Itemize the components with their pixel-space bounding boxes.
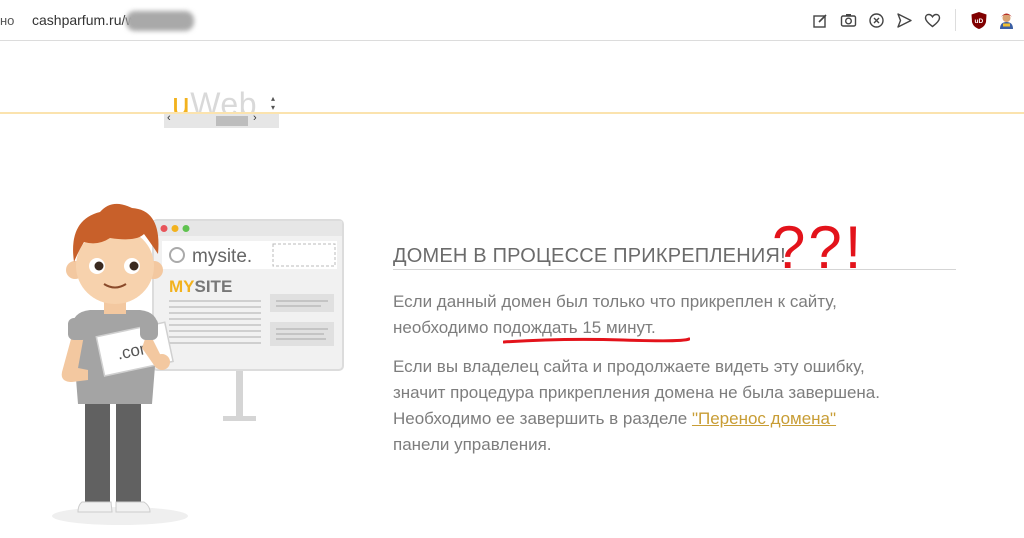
sidebar-block-1 xyxy=(270,294,334,312)
window-dot-yellow xyxy=(171,225,179,232)
stand-pole xyxy=(236,368,243,418)
illustration: mysite. MYSITE .com xyxy=(52,203,344,525)
window-dot-red xyxy=(160,225,168,232)
right-sleeve xyxy=(140,318,158,340)
page-title: ДОМЕН В ПРОЦЕССЕ ПРИКРЕПЛЕНИЯ! xyxy=(393,245,786,267)
browser-toolbar: uD xyxy=(811,9,1016,31)
domain-transfer-link[interactable]: "Перенос домена" xyxy=(692,409,836,428)
paragraph-wait-line1: Если данный домен был только что прикреп… xyxy=(393,292,837,311)
right-shoe xyxy=(115,501,151,513)
paragraph-owner: Если вы владелец сайта и продолжаете вид… xyxy=(393,354,880,458)
left-shoe xyxy=(77,501,113,513)
blurred-url-segment xyxy=(126,11,194,31)
address-url[interactable]: cashparfum.ru/w xyxy=(32,12,135,28)
left-leg xyxy=(85,398,110,506)
wait-time-highlight: подождать 15 минут xyxy=(493,318,651,337)
extension-avatar-icon[interactable] xyxy=(997,11,1016,30)
annotation-question-marks: ??! xyxy=(772,214,865,281)
logo-scrollbar[interactable]: ‹ › xyxy=(164,112,279,128)
send-icon[interactable] xyxy=(895,11,914,30)
toolbar-separator xyxy=(955,9,956,31)
window-titlebar xyxy=(154,221,342,236)
site-name: MYSITE xyxy=(169,277,232,296)
ublock-icon[interactable]: uD xyxy=(969,11,988,30)
paragraph-owner-line2: значит процедура прикрепления домена не … xyxy=(393,383,880,402)
title-underline xyxy=(393,269,956,270)
paragraph-owner-line4: панели управления. xyxy=(393,435,552,454)
browser-address-bar: но cashparfum.ru/w uD xyxy=(0,0,1024,41)
paragraph-owner-line3: Необходимо ее завершить в разделе "Перен… xyxy=(393,409,837,428)
window-dot-green xyxy=(182,225,190,232)
header-divider xyxy=(0,112,1024,114)
stand-base xyxy=(223,416,256,421)
site-url-text: mysite. xyxy=(192,246,252,267)
camera-icon[interactable] xyxy=(839,11,858,30)
paragraph-wait: Если данный домен был только что прикреп… xyxy=(393,289,837,341)
paragraph-owner-line1: Если вы владелец сайта и продолжаете вид… xyxy=(393,357,865,376)
left-sleeve xyxy=(68,318,88,340)
scroll-thumb[interactable] xyxy=(216,116,248,126)
red-underline-annotation xyxy=(503,337,690,344)
edit-icon[interactable] xyxy=(811,11,830,30)
right-leg xyxy=(116,398,141,506)
svg-text:uD: uD xyxy=(974,18,983,25)
close-circle-icon[interactable] xyxy=(867,11,886,30)
right-hand xyxy=(154,354,170,370)
heart-icon[interactable] xyxy=(923,11,942,30)
address-prefix: но xyxy=(0,13,15,28)
logo-vertical-scroll[interactable]: ▴ ▾ xyxy=(268,94,278,112)
site-logo[interactable]: uWeb ▴ ▾ ‹ › xyxy=(164,84,279,128)
